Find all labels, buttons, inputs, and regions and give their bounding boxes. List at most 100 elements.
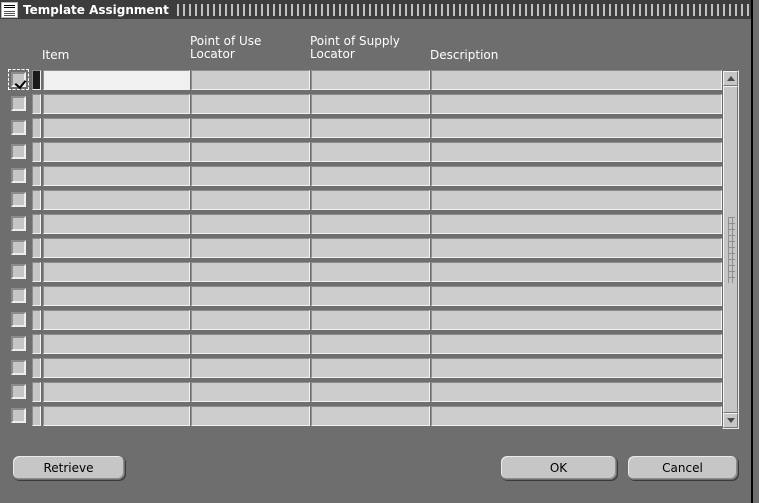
cancel-button[interactable]: Cancel [627,455,738,480]
cell-item[interactable] [43,286,190,306]
table-row[interactable] [8,308,743,332]
cell-point-of-use[interactable] [191,382,310,402]
table-row[interactable] [8,68,743,92]
row-select-checkbox[interactable] [11,192,26,207]
cell-description[interactable] [431,166,722,186]
row-select-checkbox[interactable] [11,216,26,231]
cell-item[interactable] [43,190,190,210]
cell-item[interactable] [43,142,190,162]
cell-point-of-use[interactable] [191,358,310,378]
cell-description[interactable] [431,70,722,90]
cell-point-of-supply[interactable] [311,94,430,114]
scrollbar-thumb[interactable] [723,86,738,413]
row-select-checkbox[interactable] [11,312,26,327]
row-select-checkbox[interactable] [11,408,26,423]
cell-point-of-use[interactable] [191,286,310,306]
table-row[interactable] [8,356,743,380]
cell-point-of-supply[interactable] [311,142,430,162]
cell-point-of-supply[interactable] [311,118,430,138]
cell-point-of-use[interactable] [191,406,310,426]
cell-description[interactable] [431,238,722,258]
cell-point-of-supply[interactable] [311,190,430,210]
cell-item[interactable] [43,94,190,114]
table-row[interactable] [8,92,743,116]
cell-point-of-supply[interactable] [311,358,430,378]
table-row[interactable] [8,140,743,164]
cell-point-of-supply[interactable] [311,310,430,330]
row-select-checkbox[interactable] [11,336,26,351]
ok-button[interactable]: OK [500,455,617,480]
record-indicator[interactable] [32,118,41,138]
cell-description[interactable] [431,262,722,282]
cell-item[interactable] [43,262,190,282]
cell-point-of-supply[interactable] [311,334,430,354]
record-indicator[interactable] [32,334,41,354]
table-row[interactable] [8,332,743,356]
record-indicator[interactable] [32,238,41,258]
table-row[interactable] [8,164,743,188]
cell-item[interactable] [43,70,190,90]
cell-point-of-use[interactable] [191,190,310,210]
record-indicator[interactable] [32,262,41,282]
record-indicator[interactable] [32,94,41,114]
cell-item[interactable] [43,214,190,234]
record-indicator[interactable] [32,310,41,330]
row-select-checkbox[interactable] [11,72,27,90]
cell-description[interactable] [431,286,722,306]
record-indicator[interactable] [32,214,41,234]
cell-description[interactable] [431,406,722,426]
table-row[interactable] [8,188,743,212]
record-indicator[interactable] [32,190,41,210]
cell-item[interactable] [43,310,190,330]
cell-point-of-use[interactable] [191,238,310,258]
cell-description[interactable] [431,310,722,330]
cell-point-of-use[interactable] [191,214,310,234]
scroll-down-button[interactable] [723,413,738,428]
cell-description[interactable] [431,190,722,210]
cell-description[interactable] [431,142,722,162]
row-select-checkbox[interactable] [11,168,26,183]
row-select-checkbox[interactable] [11,96,26,111]
record-indicator[interactable] [32,286,41,306]
row-select-checkbox[interactable] [11,120,26,135]
row-select-checkbox[interactable] [11,264,26,279]
cell-item[interactable] [43,358,190,378]
cell-point-of-use[interactable] [191,262,310,282]
record-indicator[interactable] [32,166,41,186]
cell-point-of-supply[interactable] [311,382,430,402]
cell-item[interactable] [43,406,190,426]
cell-point-of-supply[interactable] [311,286,430,306]
cell-point-of-use[interactable] [191,70,310,90]
row-select-checkbox[interactable] [11,384,26,399]
table-row[interactable] [8,212,743,236]
cell-item[interactable] [43,118,190,138]
scroll-up-button[interactable] [723,71,738,86]
cell-point-of-supply[interactable] [311,238,430,258]
cell-point-of-use[interactable] [191,334,310,354]
cell-point-of-supply[interactable] [311,214,430,234]
table-row[interactable] [8,284,743,308]
table-row[interactable] [8,260,743,284]
cell-item[interactable] [43,382,190,402]
row-select-checkbox[interactable] [11,360,26,375]
cell-point-of-supply[interactable] [311,262,430,282]
cell-description[interactable] [431,334,722,354]
table-row[interactable] [8,380,743,404]
record-indicator[interactable] [32,382,41,402]
cell-description[interactable] [431,118,722,138]
cell-point-of-supply[interactable] [311,406,430,426]
record-indicator[interactable] [32,406,41,426]
table-row[interactable] [8,404,743,428]
record-indicator[interactable] [32,142,41,162]
cell-item[interactable] [43,334,190,354]
cell-description[interactable] [431,214,722,234]
record-indicator[interactable] [32,358,41,378]
retrieve-button[interactable]: Retrieve [12,455,125,480]
cell-description[interactable] [431,358,722,378]
cell-description[interactable] [431,94,722,114]
cell-item[interactable] [43,238,190,258]
row-select-checkbox[interactable] [11,240,26,255]
row-select-checkbox[interactable] [11,288,26,303]
table-row[interactable] [8,236,743,260]
cell-point-of-use[interactable] [191,118,310,138]
